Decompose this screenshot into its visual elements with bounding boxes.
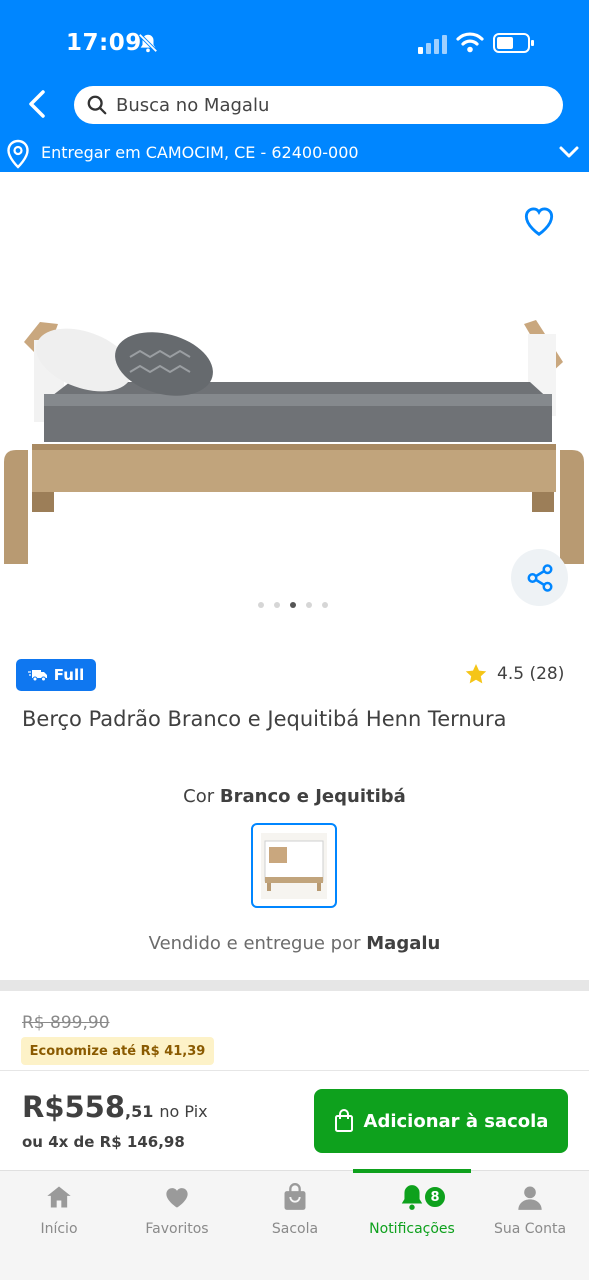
rating-text: 4.5 (28) <box>497 664 565 684</box>
truck-icon <box>27 670 47 682</box>
full-badge: Full <box>16 659 96 691</box>
share-button[interactable] <box>511 549 568 606</box>
delivery-address: Entregar em CAMOCIM, CE - 62400-000 <box>41 143 359 162</box>
color-selector-label: Cor Branco e Jequitibá <box>0 786 589 807</box>
product-image <box>4 320 584 564</box>
tab-inicio[interactable]: Início <box>0 1179 118 1259</box>
gallery-pagination <box>258 602 328 608</box>
bag-icon <box>284 1183 306 1210</box>
price-integer: R$558 <box>22 1090 126 1124</box>
chevron-left-icon <box>29 90 45 118</box>
heart-icon <box>166 1188 188 1208</box>
bell-icon <box>401 1185 423 1210</box>
price-suffix: no Pix <box>159 1102 208 1121</box>
tab-label: Sua Conta <box>493 1221 567 1237</box>
sold-by-label: Vendido e entregue por <box>148 933 361 954</box>
color-variant-thumbnail[interactable] <box>251 823 337 908</box>
savings-badge: Economize até R$ 41,39 <box>21 1037 214 1065</box>
favorite-heart-icon[interactable] <box>520 202 558 238</box>
old-price: R$ 899,90 <box>22 1013 110 1033</box>
product-image-gallery[interactable] <box>0 172 589 627</box>
tab-favoritos[interactable]: Favoritos <box>118 1179 236 1259</box>
tab-label: Início <box>40 1221 78 1237</box>
tab-sacola[interactable]: Sacola <box>236 1179 354 1259</box>
price-cents: ,51 <box>125 1102 154 1121</box>
location-pin-icon <box>7 139 29 169</box>
product-rating[interactable]: 4.5 (28) <box>463 662 564 686</box>
chevron-down-icon <box>559 146 579 158</box>
page-dot-active[interactable] <box>290 602 296 608</box>
tab-label: Favoritos <box>145 1221 209 1237</box>
tab-sua-conta[interactable]: Sua Conta <box>471 1179 589 1259</box>
app-header: 17:09 Busca no Magalu Entregar em CAMOCI… <box>0 0 589 172</box>
star-icon <box>465 664 487 684</box>
active-tab-indicator <box>353 1169 471 1173</box>
search-placeholder: Busca no Magalu <box>116 94 270 116</box>
color-value: Branco e Jequitibá <box>219 786 406 807</box>
current-price: R$558 ,51 no Pix <box>22 1090 208 1124</box>
add-to-cart-button[interactable]: Adicionar à sacola <box>314 1089 568 1153</box>
user-icon <box>518 1186 542 1210</box>
color-label: Cor <box>183 786 215 807</box>
battery-icon <box>493 33 534 53</box>
seller-name[interactable]: Magalu <box>366 933 440 954</box>
variant-image <box>261 832 327 899</box>
product-title: Berço Padrão Branco e Jequitibá Henn Ter… <box>22 707 507 731</box>
bottom-tab-bar: Início Favoritos Sacola 8 Notificações S… <box>0 1169 589 1280</box>
signal-icon <box>418 35 447 54</box>
search-icon <box>87 95 107 115</box>
bell-muted-icon <box>138 33 158 53</box>
page-dot[interactable] <box>306 602 312 608</box>
wifi-icon <box>456 32 484 53</box>
tab-label: Sacola <box>271 1221 319 1237</box>
seller-info: Vendido e entregue por Magalu <box>0 933 589 954</box>
installments-info: ou 4x de R$ 146,98 <box>22 1133 185 1151</box>
search-input[interactable]: Busca no Magalu <box>74 86 563 124</box>
shopping-bag-icon <box>334 1109 353 1132</box>
status-time: 17:09 <box>66 30 142 56</box>
back-button[interactable] <box>20 86 54 122</box>
notification-count-badge: 8 <box>423 1185 447 1209</box>
section-divider <box>0 980 589 991</box>
delivery-address-bar[interactable]: Entregar em CAMOCIM, CE - 62400-000 <box>0 136 589 172</box>
add-to-cart-label: Adicionar à sacola <box>363 1110 549 1132</box>
tab-label: Notificações <box>369 1221 455 1237</box>
page-dot[interactable] <box>258 602 264 608</box>
full-badge-label: Full <box>53 666 85 684</box>
page-dot[interactable] <box>322 602 328 608</box>
share-icon <box>527 563 552 592</box>
home-icon <box>47 1186 71 1208</box>
page-dot[interactable] <box>274 602 280 608</box>
tab-notificacoes[interactable]: 8 Notificações <box>353 1179 471 1259</box>
